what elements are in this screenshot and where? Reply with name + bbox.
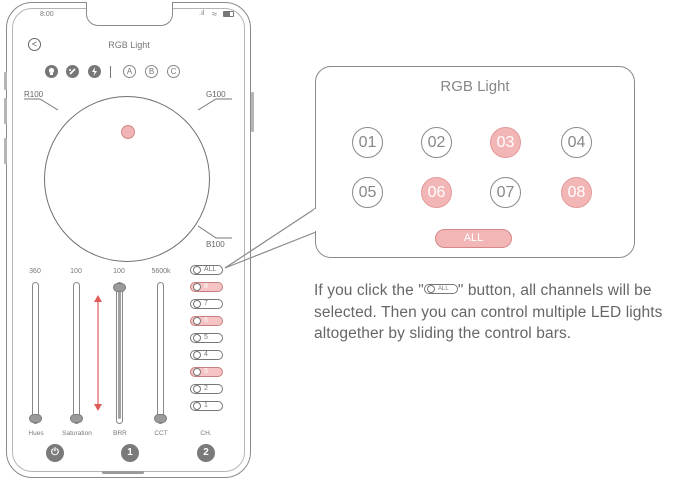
zoom-channel-06[interactable]: 06	[421, 177, 452, 208]
zoom-panel-gap	[314, 209, 317, 231]
inline-all-pill: ALL	[423, 284, 458, 294]
instruction-text: If you click the " ALL " button, all chann…	[314, 282, 663, 342]
zoom-channel-03[interactable]: 03	[490, 127, 521, 158]
zoom-channel-05[interactable]: 05	[352, 177, 383, 208]
zoom-channel-08[interactable]: 08	[561, 177, 592, 208]
zoom-title: RGB Light	[440, 78, 510, 95]
zoom-channel-01[interactable]: 01	[352, 127, 383, 158]
zoom-channel-07[interactable]: 07	[490, 177, 521, 208]
toggle-ring-icon	[426, 285, 435, 293]
zoom-channel-04[interactable]: 04	[561, 127, 592, 158]
zoom-all-button[interactable]: ALL	[435, 229, 512, 248]
zoom-channel-02[interactable]: 02	[421, 127, 452, 158]
